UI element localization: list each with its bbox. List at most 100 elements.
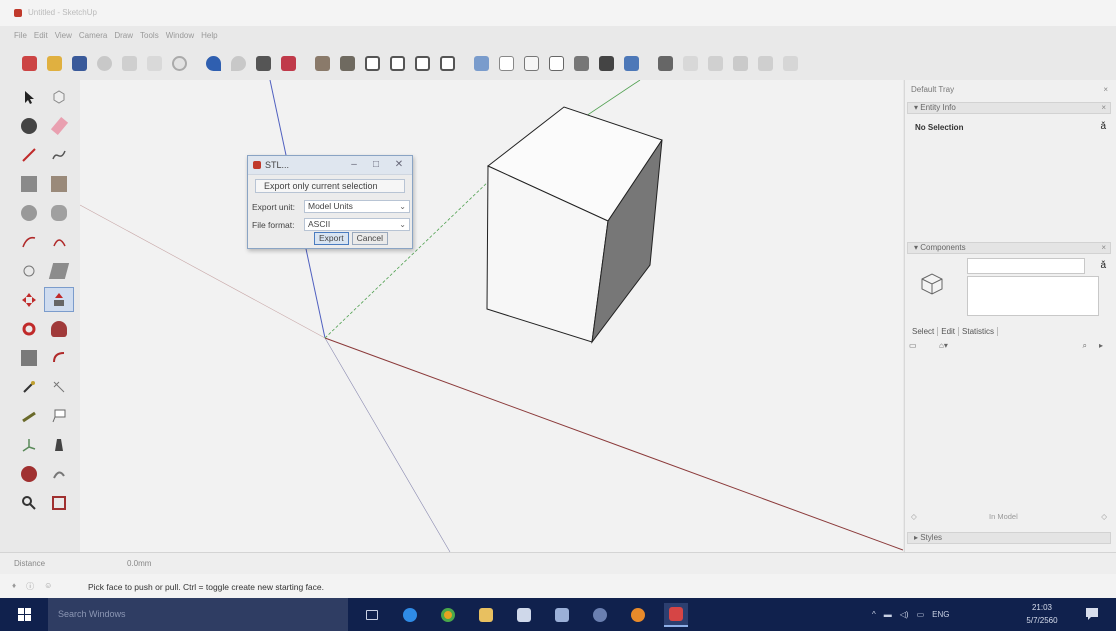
xray-icon[interactable] <box>470 52 492 74</box>
left-view-icon[interactable] <box>436 52 458 74</box>
file-explorer-icon[interactable] <box>474 603 498 627</box>
user-icon[interactable]: ☺ <box>44 581 52 592</box>
file-format-select[interactable]: ASCII ⌄ <box>304 218 410 231</box>
print-icon[interactable] <box>252 52 274 74</box>
menu-draw[interactable]: Draw <box>114 31 133 43</box>
getting-started-icon[interactable] <box>18 52 40 74</box>
export-selection-checkbox[interactable]: Export only current selection <box>255 179 405 193</box>
language-indicator[interactable]: ENG <box>932 610 949 619</box>
rectangle-tool-icon[interactable] <box>14 171 44 196</box>
select-tool-icon[interactable] <box>14 84 44 109</box>
component-name-field[interactable] <box>967 258 1085 274</box>
text-tool-icon[interactable] <box>44 403 74 428</box>
open-icon[interactable] <box>43 52 65 74</box>
chrome-icon[interactable] <box>436 603 460 627</box>
credits-icon[interactable]: ⓘ <box>26 581 34 592</box>
keyboard-icon[interactable]: ▭ <box>917 610 925 619</box>
component-icon[interactable] <box>729 52 751 74</box>
export-button[interactable]: Export <box>314 232 349 245</box>
orbit-tool-icon[interactable] <box>14 461 44 486</box>
tape-measure-icon[interactable] <box>14 374 44 399</box>
task-view-icon[interactable] <box>360 603 384 627</box>
geo-location-icon[interactable]: ♦ <box>12 581 16 592</box>
components-header[interactable]: ▾ Components × <box>907 242 1111 254</box>
details-arrow-icon[interactable]: ▸ <box>1099 341 1103 350</box>
back-view-icon[interactable] <box>411 52 433 74</box>
front-view-icon[interactable] <box>361 52 383 74</box>
component-description-field[interactable] <box>967 276 1099 316</box>
dimension-tool-icon[interactable] <box>44 374 74 399</box>
eraser-icon[interactable] <box>44 113 74 138</box>
circle-tool-icon[interactable] <box>14 200 44 225</box>
zoom-tool-icon[interactable] <box>14 490 44 515</box>
protractor-icon[interactable] <box>14 403 44 428</box>
zoom-window-icon[interactable] <box>44 490 74 515</box>
search-icon[interactable]: ⌕ <box>1083 341 1087 351</box>
edge-icon[interactable] <box>398 603 422 627</box>
component-details-icon[interactable]: ǎ <box>1100 260 1106 271</box>
extension-icon[interactable] <box>679 52 701 74</box>
menu-file[interactable]: File <box>14 31 27 43</box>
erase-icon[interactable] <box>168 52 190 74</box>
measurements-value[interactable]: 0.0mm <box>127 559 151 568</box>
panel-close-icon[interactable]: × <box>1101 103 1106 113</box>
polygon-tool-icon[interactable] <box>44 200 74 225</box>
hidden-line-icon[interactable] <box>520 52 542 74</box>
battery-icon[interactable]: ▬ <box>884 610 892 619</box>
export-unit-select[interactable]: Model Units ⌄ <box>304 200 410 213</box>
push-pull-tool-icon[interactable] <box>44 287 74 312</box>
monochrome-icon[interactable] <box>595 52 617 74</box>
rotate-tool-icon[interactable] <box>14 316 44 341</box>
rotated-rectangle-icon[interactable] <box>44 171 74 196</box>
arc-tool-icon[interactable] <box>14 229 44 254</box>
push-pull-alt-icon[interactable] <box>44 258 74 283</box>
offset-tool-icon[interactable] <box>44 345 74 370</box>
tab-statistics[interactable]: Statistics <box>959 327 999 336</box>
menu-window[interactable]: Window <box>166 31 194 43</box>
taskbar-search[interactable]: Search Windows <box>48 598 348 631</box>
style-icon[interactable] <box>754 52 776 74</box>
redo-icon[interactable] <box>227 52 249 74</box>
home-icon[interactable]: ⌂▾ <box>939 341 948 350</box>
menu-camera[interactable]: Camera <box>79 31 107 43</box>
minimize-icon[interactable]: – <box>346 158 362 172</box>
wireframe-icon[interactable] <box>495 52 517 74</box>
layout-icon[interactable] <box>704 52 726 74</box>
make-component-icon[interactable] <box>44 84 74 109</box>
close-icon[interactable]: ✕ <box>391 158 407 172</box>
line-tool-icon[interactable] <box>14 142 44 167</box>
entity-info-header[interactable]: ▾ Entity Info × <box>907 102 1111 114</box>
store-icon[interactable] <box>512 603 536 627</box>
warehouse-icon[interactable] <box>620 52 642 74</box>
show-hidden-icon[interactable]: ^ <box>872 610 876 619</box>
cancel-button[interactable]: Cancel <box>351 232 389 245</box>
undo-icon[interactable] <box>202 52 224 74</box>
forward-arrow-icon[interactable]: ◇ <box>1101 512 1107 521</box>
layer-icon[interactable] <box>779 52 801 74</box>
maximize-icon[interactable]: □ <box>368 158 384 172</box>
two-point-arc-icon[interactable] <box>44 229 74 254</box>
menu-edit[interactable]: Edit <box>34 31 48 43</box>
volume-icon[interactable]: ◁) <box>900 610 909 619</box>
pan-tool-icon[interactable] <box>44 461 74 486</box>
tab-select[interactable]: Select <box>909 327 939 336</box>
mail-icon[interactable] <box>550 603 574 627</box>
shaded-texture-icon[interactable] <box>570 52 592 74</box>
tab-edit[interactable]: Edit <box>938 327 960 336</box>
app-icon[interactable] <box>588 603 612 627</box>
entity-details-icon[interactable]: ǎ <box>1100 121 1106 132</box>
3d-text-icon[interactable] <box>44 432 74 457</box>
iso-view-icon[interactable] <box>311 52 333 74</box>
scale-tool-icon[interactable] <box>14 345 44 370</box>
axes-tool-icon[interactable] <box>14 432 44 457</box>
panel-close-icon[interactable]: × <box>1101 243 1106 253</box>
action-center-icon[interactable] <box>1084 606 1100 622</box>
paste-icon[interactable] <box>143 52 165 74</box>
shaded-icon[interactable] <box>545 52 567 74</box>
menu-view[interactable]: View <box>55 31 72 43</box>
pie-tool-icon[interactable] <box>14 258 44 283</box>
back-arrow-icon[interactable]: ◇ <box>911 512 917 521</box>
move-tool-icon[interactable] <box>14 287 44 312</box>
save-icon[interactable] <box>68 52 90 74</box>
taskbar-clock[interactable]: 21:03 5/7/2560 <box>1022 601 1062 627</box>
